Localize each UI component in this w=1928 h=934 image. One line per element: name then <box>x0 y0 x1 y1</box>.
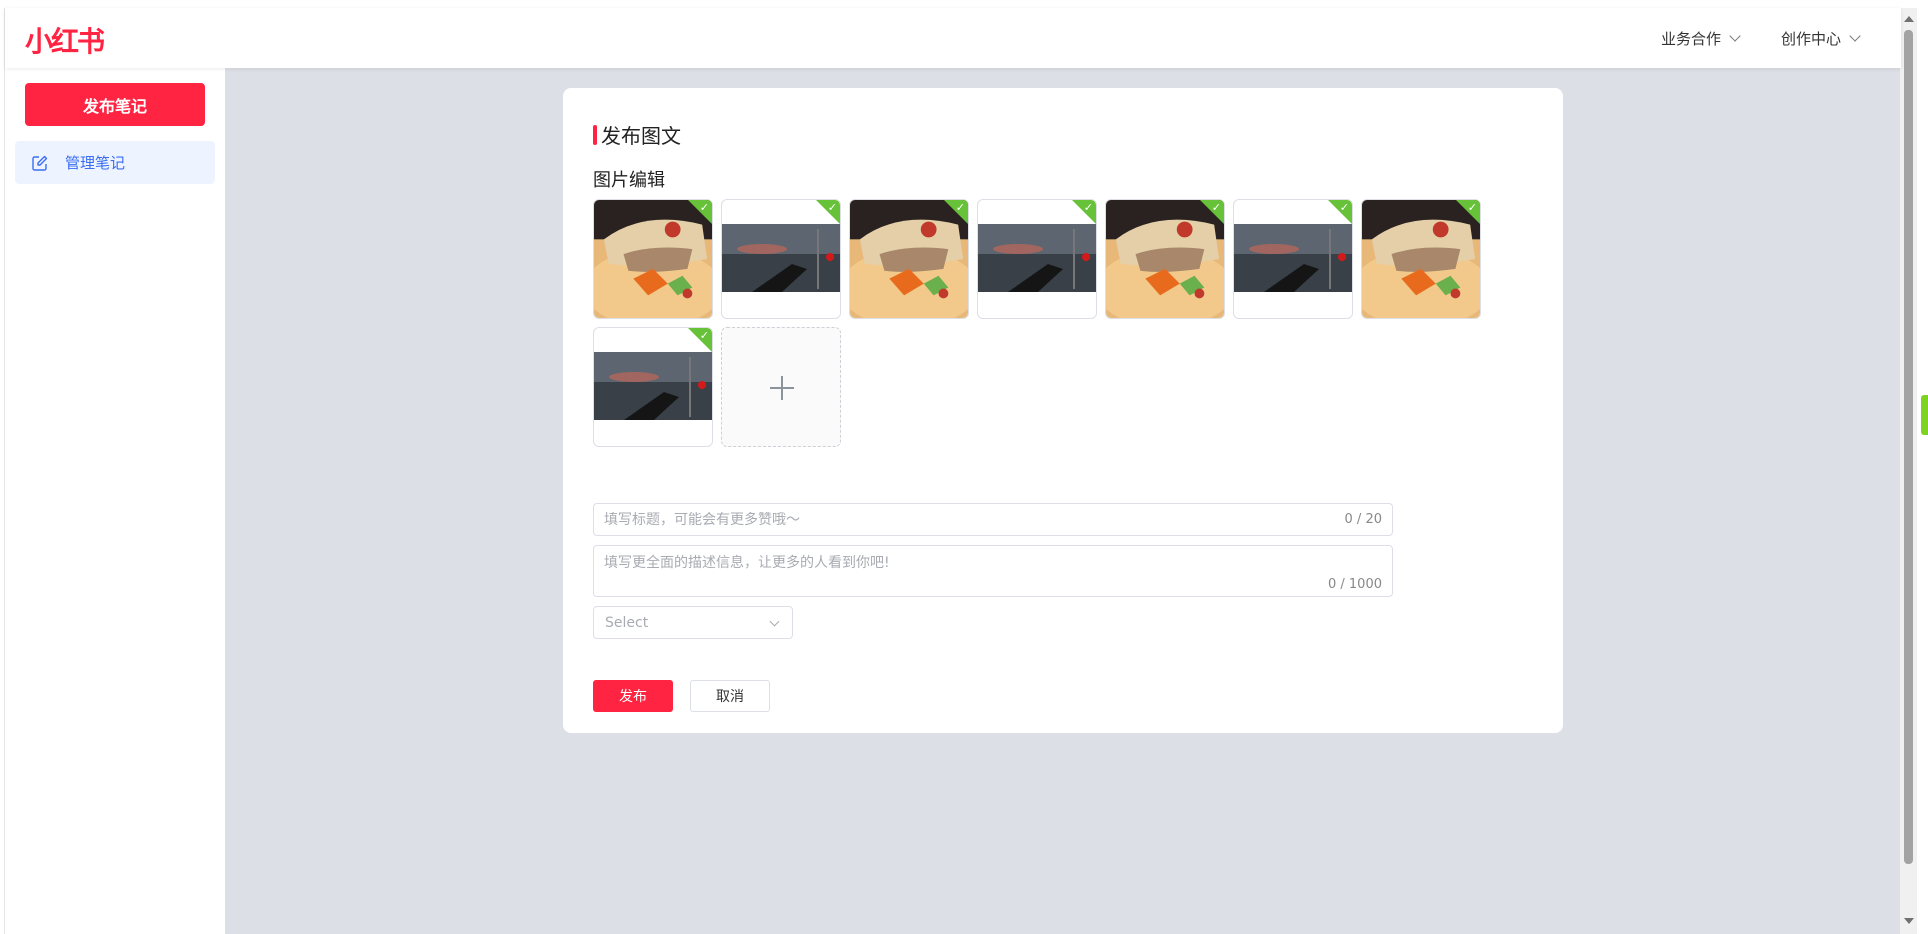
plus-icon <box>781 376 783 400</box>
menu-label: 业务合作 <box>1661 29 1722 48</box>
description-char-counter: 0 / 1000 <box>1328 577 1382 592</box>
section-title-image-edit: 图片编辑 <box>593 170 665 191</box>
check-icon: ✓ <box>699 329 709 342</box>
topic-select[interactable]: Select <box>593 606 793 639</box>
image-thumbnail[interactable]: ✓ <box>977 199 1097 319</box>
image-thumbnail[interactable]: ✓ <box>1233 199 1353 319</box>
image-thumbnail[interactable]: ✓ <box>849 199 969 319</box>
sidebar-item-label: 管理笔记 <box>65 154 126 172</box>
check-icon: ✓ <box>1083 201 1093 214</box>
chevron-down-icon <box>1729 29 1741 42</box>
vertical-scrollbar[interactable] <box>1900 8 1917 934</box>
side-handle[interactable] <box>1921 395 1928 435</box>
image-thumbnail[interactable]: ✓ <box>593 199 713 319</box>
dark-lake-photo <box>978 224 1096 292</box>
add-image-button[interactable] <box>721 327 841 447</box>
dark-lake-photo <box>722 224 840 292</box>
menu-label: 创作中心 <box>1781 29 1842 48</box>
image-thumbnail[interactable]: ✓ <box>593 327 713 447</box>
logo[interactable]: 小红书 <box>25 20 105 60</box>
check-icon: ✓ <box>1211 201 1221 214</box>
image-thumbnail[interactable]: ✓ <box>1105 199 1225 319</box>
check-icon: ✓ <box>699 201 709 214</box>
page-title-text: 发布图文 <box>601 124 681 148</box>
sidebar-item-manage-notes[interactable]: 管理笔记 <box>15 141 215 184</box>
title-field-wrapper: 0 / 20 <box>593 503 1393 536</box>
image-thumbnail[interactable]: ✓ <box>1361 199 1481 319</box>
image-thumbnail[interactable]: ✓ <box>721 199 841 319</box>
menu-creator-center[interactable]: 创作中心 <box>1781 8 1861 68</box>
check-icon: ✓ <box>955 201 965 214</box>
description-field-wrapper: 0 / 1000 <box>593 545 1393 597</box>
page-title: 发布图文 <box>593 120 681 149</box>
title-accent-bar <box>593 124 597 145</box>
title-input[interactable] <box>604 512 1304 528</box>
menu-business-cooperation[interactable]: 业务合作 <box>1661 8 1741 68</box>
chevron-down-icon <box>1849 29 1861 42</box>
publish-button[interactable]: 发布 <box>593 680 673 712</box>
app-frame: 小红书 业务合作 创作中心 发布笔记 管理笔记 发布图文 图片编辑 ✓ ✓ ✓ … <box>4 8 1901 934</box>
scroll-up-arrow-icon[interactable] <box>1904 16 1914 22</box>
cancel-button[interactable]: 取消 <box>690 680 770 712</box>
sidebar: 发布笔记 管理笔记 <box>5 68 225 934</box>
publish-card: 发布图文 图片编辑 ✓ ✓ ✓ ✓ ✓ ✓ ✓ ✓ 填写标题，可能会有更多赞哦～… <box>563 88 1563 733</box>
chevron-down-icon <box>769 616 780 627</box>
check-icon: ✓ <box>827 201 837 214</box>
description-textarea[interactable] <box>604 552 1364 592</box>
top-header: 小红书 业务合作 创作中心 <box>5 8 1901 68</box>
dark-lake-photo <box>594 352 712 420</box>
select-placeholder: Select <box>605 614 649 631</box>
check-icon: ✓ <box>1339 201 1349 214</box>
dark-lake-photo <box>1234 224 1352 292</box>
scrollbar-thumb[interactable] <box>1904 30 1913 864</box>
edit-icon <box>32 155 48 171</box>
scroll-down-arrow-icon[interactable] <box>1904 918 1914 924</box>
check-icon: ✓ <box>1467 201 1477 214</box>
publish-note-button[interactable]: 发布笔记 <box>25 83 205 126</box>
title-char-counter: 0 / 20 <box>1344 512 1382 527</box>
